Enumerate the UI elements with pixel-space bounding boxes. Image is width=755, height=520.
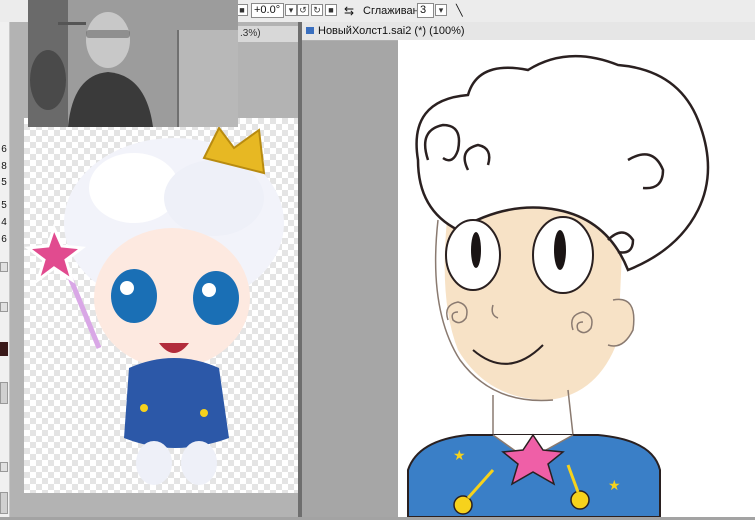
svg-text:★: ★ <box>608 478 621 494</box>
strip-button[interactable] <box>0 462 8 472</box>
strip-number: 6 <box>1 234 7 245</box>
strip-number: 4 <box>1 217 7 228</box>
strip-button[interactable] <box>0 302 8 312</box>
strip-scroll-handle[interactable] <box>0 382 8 404</box>
drawing-canvas[interactable]: ★ ★ <box>398 40 755 518</box>
reset-rotation-button[interactable]: ■ <box>325 4 337 16</box>
rotate-right-icon: ↻ <box>313 5 321 15</box>
webcam-overlay <box>28 0 238 127</box>
color-swatch[interactable] <box>0 342 8 356</box>
canvas-titlebar[interactable]: НовыйХолст1.sai2 (*) (100%) <box>302 22 755 41</box>
rotate-right-button[interactable]: ↻ <box>311 4 323 16</box>
line-icon[interactable]: ╲ <box>456 4 463 18</box>
strip-button[interactable] <box>0 492 8 514</box>
rotation-dropdown-button[interactable]: ▾ <box>285 4 297 16</box>
webcam-person-image <box>28 0 238 127</box>
reference-character-image <box>24 126 284 485</box>
document-icon <box>306 27 314 34</box>
strip-button[interactable] <box>0 262 8 272</box>
swap-icon[interactable]: ⇆ <box>344 4 354 18</box>
reference-window-title[interactable]: .3%) <box>238 26 298 42</box>
smoothing-field[interactable]: 3 <box>417 3 434 18</box>
strip-number: 8 <box>1 161 7 172</box>
svg-text:★: ★ <box>453 448 466 464</box>
strip-number: 5 <box>1 200 7 211</box>
reference-canvas[interactable] <box>24 118 298 493</box>
strip-number: 5 <box>1 177 7 188</box>
rotate-left-button[interactable]: ↺ <box>297 4 309 16</box>
smoothing-dropdown-button[interactable]: ▾ <box>435 4 447 16</box>
left-panel-strip: 6 8 5 5 4 6 <box>0 22 10 517</box>
canvas-title: НовыйХолст1.sai2 (*) (100%) <box>318 25 465 37</box>
strip-number: 6 <box>1 144 7 155</box>
rotation-field[interactable]: +0.0° <box>251 3 284 18</box>
rotate-left-icon: ↺ <box>299 5 307 15</box>
character-sketch: ★ ★ <box>407 54 710 518</box>
reset-icon: ■ <box>328 5 334 15</box>
